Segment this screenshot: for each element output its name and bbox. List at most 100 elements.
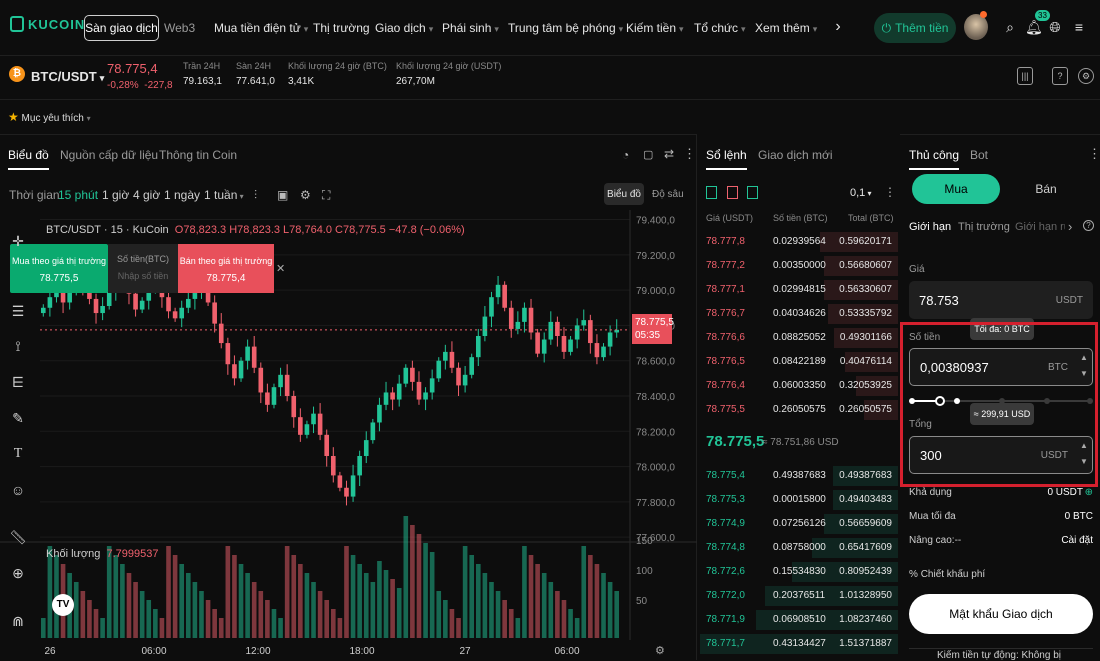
timeframe-1d[interactable]: 1 ngày [164,188,200,202]
quick-amount-label: Số tiền(BTC) [116,254,169,264]
kucoin-logo[interactable]: KUCOIN [10,16,85,32]
help-icon[interactable]: ? [1083,220,1094,231]
zoom-in-icon[interactable]: ⊕ [9,564,27,582]
nav-buy-crypto[interactable]: Mua tiền điện tử ▾ [214,21,308,35]
swap-icon[interactable]: ⇄ [664,147,674,161]
bid-row[interactable]: 78.775,4 0.49387683 0.49387683 [700,464,898,488]
tab-order-book[interactable]: Sổ lệnh [706,148,747,170]
bid-row[interactable]: 78.772,0 0.20376511 1.01328950 [700,584,898,608]
nav-markets[interactable]: Thị trường [313,21,370,35]
order-type-market[interactable]: Thị trường [958,221,1010,233]
layout-icon[interactable]: ||| [1017,67,1033,85]
search-icon[interactable]: ⌕ [1002,19,1018,35]
favorites-dropdown[interactable]: ★ Mục yêu thích ▾ [8,110,91,124]
buy-tab[interactable]: Mua [912,174,1000,204]
nav-earn[interactable]: Kiếm tiền ▾ [626,21,684,35]
add-funds-icon[interactable]: ⊕ [1085,487,1093,498]
price-cell: 78.772,0 [706,590,745,601]
nav-launchpad[interactable]: Trung tâm bệ phóng ▾ [508,21,623,35]
bell-icon[interactable]: 🔔︎ [1025,19,1043,35]
more-vertical-icon[interactable]: ⋮ [884,185,896,199]
nav-institutional[interactable]: Tổ chức ▾ [694,21,746,35]
alert-icon[interactable]: ◔ [622,148,629,162]
pattern-tool-icon[interactable]: ⟟ [9,337,27,355]
fullscreen-icon[interactable]: ⛶ [322,188,330,203]
bid-row[interactable]: 78.775,3 0.00015800 0.49403483 [700,488,898,512]
ask-row[interactable]: 78.777,8 0.02939564 0.59620171 [700,230,898,254]
nav-trade[interactable]: Giao dịch ▾ [375,21,433,35]
sell-tab[interactable]: Bán [1000,174,1092,204]
pair-selector[interactable]: BTC/USDT ▾ [31,69,104,84]
view-both-icon[interactable] [706,186,717,199]
fib-tool-icon[interactable]: ⋿ [9,373,27,391]
ask-row[interactable]: 78.776,4 0.06003350 0.32053925 [700,374,898,398]
ask-row[interactable]: 78.777,1 0.02994815 0.56330607 [700,278,898,302]
quick-amount-input[interactable]: Số tiền(BTC) Nhập số tiền [108,244,178,293]
bid-row[interactable]: 78.772,6 0.15534830 0.80952439 [700,560,898,584]
bid-row[interactable]: 78.774,8 0.08758000 0.65417609 [700,536,898,560]
ruler-icon[interactable]: 📏︎ [9,528,27,546]
text-tool-icon[interactable]: T [9,445,27,463]
settings-icon[interactable]: ⚙ [300,188,311,202]
chevron-right-icon[interactable]: › [1068,219,1072,234]
more-vertical-icon[interactable]: ⋮ [1088,146,1100,162]
trading-password-button[interactable]: Mật khẩu Giao dịch [909,594,1093,634]
more-vertical-icon[interactable]: ⋮ [683,146,696,162]
settings-icon[interactable]: ⚙ [655,644,665,657]
settings-icon[interactable]: ⚙ [1078,68,1094,84]
quick-market-buy-button[interactable]: Mua theo giá thị trường 78.775,5 [10,244,108,293]
order-type-stop-limit[interactable]: Giới hạn rủi [1015,221,1065,233]
chevron-right-icon[interactable]: › [830,19,846,35]
tab-coin-info[interactable]: Thông tin Coin [159,148,237,162]
deposit-button[interactable]: ⏻ Thêm tiền [874,13,956,43]
advanced-settings[interactable]: Nâng cao:-- Cài đặt [909,535,1093,546]
nav-derivatives[interactable]: Phái sinh ▾ [442,21,499,35]
candle-body [100,306,105,314]
crosshair-icon[interactable]: ✛ [9,232,27,250]
candle-body [607,332,613,347]
bid-row[interactable]: 78.771,9 0.06908510 1.08237460 [700,608,898,632]
timeframe-1h[interactable]: 1 giờ [102,188,129,202]
view-bids-icon[interactable] [747,186,758,199]
menu-icon[interactable]: ≡ [1071,19,1087,35]
mode-depth-button[interactable]: Độ sâu [652,189,684,200]
emoji-icon[interactable]: ☺ [9,481,27,499]
magnet-icon[interactable]: ⋒ [9,612,27,630]
timeframe-4h[interactable]: 4 giờ [133,188,160,202]
timeframe-label: 1 tuần [204,188,238,202]
nav-more[interactable]: Xem thêm ▾ [755,21,817,35]
bid-row[interactable]: 78.774,9 0.07256126 0.56659609 [700,512,898,536]
ask-row[interactable]: 78.775,5 0.26050575 0.26050575 [700,398,898,422]
price-input[interactable]: 78.753 USDT [909,281,1093,319]
avatar[interactable] [964,14,988,40]
quick-market-sell-button[interactable]: Bán theo giá thị trường 78.775,4 [178,244,274,293]
ask-row[interactable]: 78.777,2 0.00350000 0.56680607 [700,254,898,278]
ask-row[interactable]: 78.776,7 0.04034626 0.53335792 [700,302,898,326]
close-icon[interactable]: ✕ [276,262,285,275]
tab-web3[interactable]: Web3 [164,21,195,35]
fee-discount[interactable]: % Chiết khấu phí [909,569,1093,580]
ask-row[interactable]: 78.776,5 0.08422189 0.40476114 [700,350,898,374]
indicators-icon[interactable]: ⫶ [254,188,257,203]
tab-manual[interactable]: Thủ công [909,148,960,170]
timeframe-1w[interactable]: 1 tuần ▾ [204,188,244,202]
globe-icon[interactable]: 🌐︎ [1047,19,1063,35]
ask-row[interactable]: 78.776,6 0.08825052 0.49301166 [700,326,898,350]
horizontal-lines-icon[interactable]: ☰ [9,302,27,320]
volume-bar [370,582,376,638]
window-icon[interactable]: ▢ [643,148,653,161]
mode-chart-button[interactable]: Biểu đồ [604,183,644,205]
tab-spot-exchange[interactable]: Sàn giao dịch [84,15,159,41]
order-type-limit[interactable]: Giới hạn [909,221,951,233]
precision-dropdown[interactable]: 0,1 ▾ [850,187,872,199]
timeframe-15m[interactable]: 15 phút [58,188,98,202]
tab-data-feed[interactable]: Nguồn cấp dữ liệu [60,148,158,162]
tab-recent-trades[interactable]: Giao dịch mới [758,148,833,162]
view-asks-icon[interactable] [727,186,738,199]
tab-chart[interactable]: Biểu đồ [8,148,49,170]
tab-bot[interactable]: Bot [970,148,988,162]
bid-row[interactable]: 78.771,7 0.43134427 1.51371887 [700,632,898,656]
chart-type-icon[interactable]: ▣ [277,188,288,202]
help-doc-icon[interactable]: ? [1052,67,1068,85]
brush-icon[interactable]: ✎ [9,409,27,427]
